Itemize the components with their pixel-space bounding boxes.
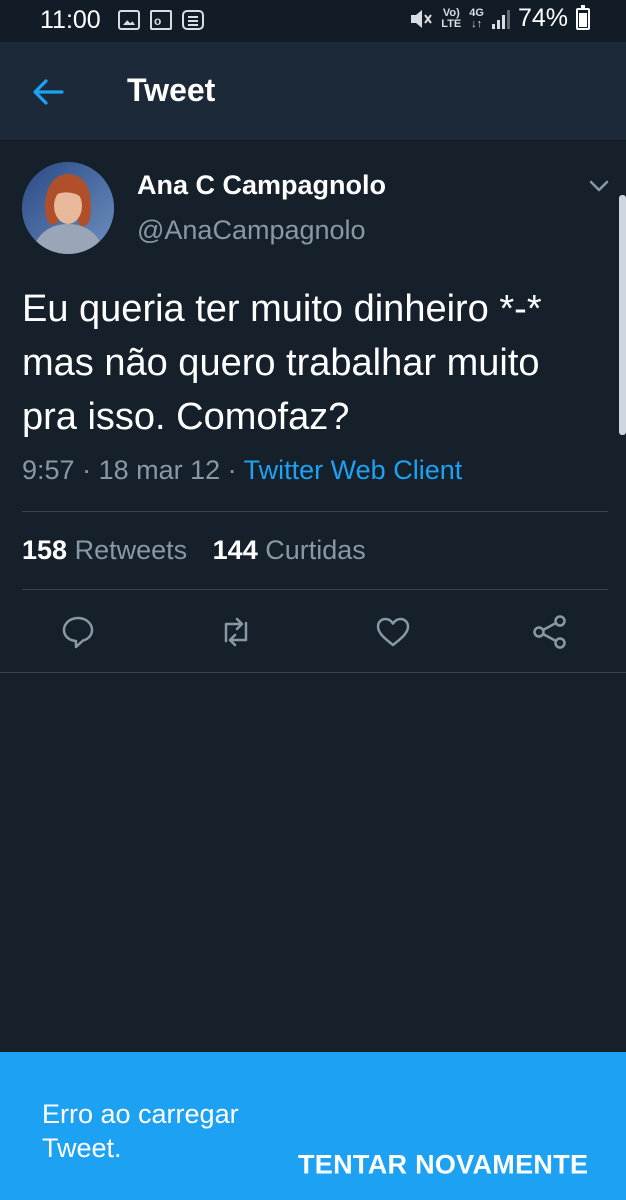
volte-top: Vo) <box>442 6 460 19</box>
status-right: Vo) LTE 4G ↓↑ 74% <box>409 4 590 33</box>
chevron-down-icon <box>589 180 609 192</box>
tweet-metadata: 9:57 · 18 mar 12 · Twitter Web Client <box>22 455 462 486</box>
volte-indicator: Vo) LTE <box>441 6 462 30</box>
scrollbar[interactable] <box>619 195 626 435</box>
network-type: 4G <box>469 6 484 19</box>
outlook-notification-icon: o <box>150 10 172 30</box>
error-message: Erro ao carregar Tweet. <box>42 1099 239 1163</box>
share-icon <box>533 615 566 649</box>
notification-icons: o <box>118 10 204 30</box>
meta-separator: · <box>74 455 99 485</box>
svg-text:o: o <box>154 14 161 28</box>
document-notification-icon <box>182 10 204 30</box>
divider <box>22 511 608 512</box>
tweet-text: Eu queria ter muito dinheiro *-* mas não… <box>22 288 542 438</box>
retweet-icon <box>224 617 248 647</box>
arrow-left-icon <box>33 79 64 105</box>
status-bar: 11:00 o Vo) LTE 4G ↓↑ 74% <box>0 0 626 42</box>
back-button[interactable] <box>22 66 74 118</box>
retry-button[interactable]: TENTAR NOVAMENTE <box>298 1150 588 1181</box>
battery-percent: 74% <box>517 4 568 32</box>
retweets-label: Retweets <box>74 535 188 565</box>
tweet-date: 18 mar 12 <box>98 455 221 485</box>
tweet-options-button[interactable] <box>585 174 613 198</box>
retweets-count: 158 <box>22 535 68 565</box>
retweet-button[interactable] <box>218 614 254 650</box>
tweet-time: 9:57 <box>22 455 75 485</box>
network-arrows: ↓↑ <box>471 17 483 30</box>
likes-label: Curtidas <box>265 535 366 565</box>
share-button[interactable] <box>532 614 568 650</box>
volte-bottom: LTE <box>441 17 462 30</box>
tweet-actions <box>0 600 626 664</box>
divider <box>22 589 608 590</box>
avatar-image <box>22 162 114 254</box>
reply-button[interactable] <box>60 614 96 650</box>
network-indicator: 4G ↓↑ <box>469 6 484 30</box>
author-handle[interactable]: @AnaCampagnolo <box>137 215 366 246</box>
app-header: Tweet <box>0 42 626 141</box>
tweet-client-link[interactable]: Twitter Web Client <box>244 455 463 485</box>
likes-stat[interactable]: 144 Curtidas <box>213 535 366 565</box>
status-time: 11:00 <box>40 6 101 34</box>
gallery-notification-icon <box>118 10 140 30</box>
likes-count: 144 <box>212 535 258 565</box>
mute-icon <box>411 9 433 28</box>
reply-icon <box>62 616 94 649</box>
meta-separator-2: · <box>220 455 244 485</box>
avatar[interactable] <box>22 162 114 254</box>
like-button[interactable] <box>375 614 411 650</box>
signal-icon <box>491 9 510 29</box>
page-title: Tweet <box>127 72 216 108</box>
like-icon <box>376 617 410 647</box>
retweets-stat[interactable]: 158 Retweets <box>22 535 187 565</box>
battery-icon <box>576 4 590 30</box>
divider <box>0 672 626 673</box>
error-banner: Erro ao carregar Tweet. TENTAR NOVAMENTE <box>0 1052 626 1200</box>
tweet-stats: 158 Retweets 144 Curtidas <box>22 535 384 566</box>
author-name[interactable]: Ana C Campagnolo <box>137 170 386 201</box>
